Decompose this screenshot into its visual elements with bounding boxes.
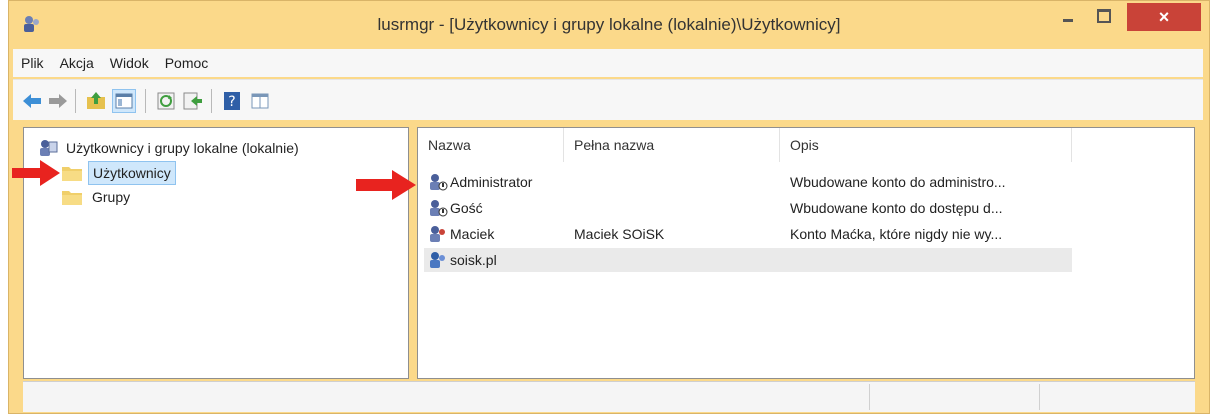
row-description: Konto Maćka, które nigdy nie wy... [790, 226, 1003, 242]
status-divider [869, 384, 870, 410]
maximize-button[interactable] [1091, 5, 1115, 29]
window-title: lusrmgr - [Użytkownicy i grupy lokalne (… [377, 15, 841, 34]
properties-icon[interactable] [249, 90, 271, 112]
row-name: Gość [450, 200, 483, 216]
annotation-arrow-list [356, 170, 416, 200]
minimize-button[interactable] [1057, 5, 1079, 29]
row-full-name: Maciek SOiSK [574, 226, 665, 242]
export-icon[interactable] [181, 90, 203, 112]
toolbar-separator [145, 89, 146, 113]
menu-akcja[interactable]: Akcja [52, 49, 102, 77]
disabled-user-icon [430, 200, 448, 217]
column-header-description[interactable]: Opis [780, 128, 1072, 162]
computer-users-icon [40, 140, 58, 156]
up-folder-icon[interactable] [85, 90, 107, 112]
toolbar-separator [211, 89, 212, 113]
tree-node-label: Użytkownicy [88, 161, 176, 185]
menu-pomoc[interactable]: Pomoc [157, 49, 217, 77]
list-item[interactable]: Administrator Wbudowane konto do adminis… [424, 170, 1072, 194]
tree-pane[interactable]: Użytkownicy i grupy lokalne (lokalnie) U… [23, 127, 409, 379]
menu-widok[interactable]: Widok [102, 49, 157, 77]
list-item[interactable]: soisk.pl [424, 248, 1072, 272]
list-header: Nazwa Pełna nazwa Opis [418, 128, 1194, 162]
status-bar [23, 381, 1195, 412]
tree-root-label: Użytkownicy i grupy lokalne (lokalnie) [66, 140, 299, 156]
back-icon[interactable] [21, 90, 43, 112]
menu-bar: Plik Akcja Widok Pomoc [13, 49, 1203, 77]
list-item[interactable]: Gość Wbudowane konto do dostępu d... [424, 196, 1072, 220]
close-button[interactable]: × [1127, 3, 1201, 31]
row-name: soisk.pl [450, 252, 497, 268]
user-icon [430, 252, 445, 268]
user-icon [430, 226, 445, 242]
folder-icon [62, 167, 82, 181]
forward-icon[interactable] [47, 90, 69, 112]
help-icon[interactable]: ? [221, 90, 243, 112]
toolbar: ? [13, 79, 1203, 120]
row-name: Administrator [450, 174, 533, 190]
show-tree-icon[interactable] [112, 89, 136, 113]
row-description: Wbudowane konto do dostępu d... [790, 200, 1003, 216]
toolbar-separator [75, 89, 76, 113]
annotation-arrow-tree [12, 160, 60, 186]
tree-node-label: Grupy [92, 189, 131, 205]
menu-plik[interactable]: Plik [13, 49, 52, 77]
list-pane[interactable]: Nazwa Pełna nazwa Opis Administrator Wbu… [417, 127, 1195, 379]
column-header-name[interactable]: Nazwa [418, 128, 564, 162]
status-divider [1039, 384, 1040, 410]
app-window: lusrmgr - [Użytkownicy i grupy lokalne (… [8, 0, 1210, 414]
folder-icon [62, 191, 82, 205]
list-item[interactable]: Maciek Maciek SOiSK Konto Maćka, które n… [424, 222, 1072, 246]
title-bar[interactable]: lusrmgr - [Użytkownicy i grupy lokalne (… [9, 1, 1209, 47]
column-header-full-name[interactable]: Pełna nazwa [564, 128, 780, 162]
refresh-icon[interactable] [155, 90, 177, 112]
svg-text:?: ? [228, 94, 235, 110]
row-name: Maciek [450, 226, 495, 242]
disabled-user-icon [430, 174, 448, 191]
row-description: Wbudowane konto do administro... [790, 174, 1006, 190]
